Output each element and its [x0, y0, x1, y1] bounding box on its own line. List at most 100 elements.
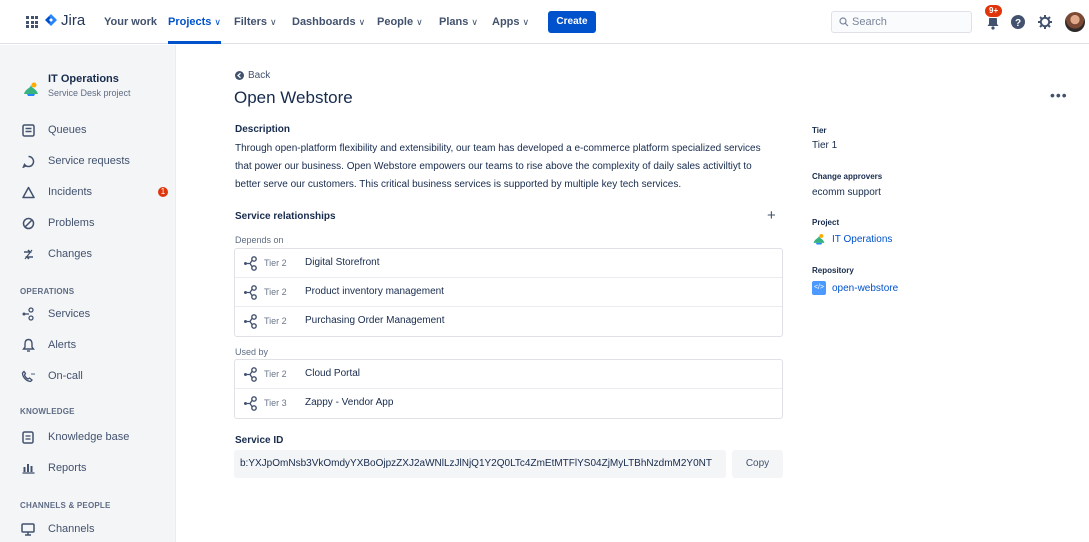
sidebar-item-label: Changes	[48, 248, 93, 260]
service-node-icon	[244, 256, 257, 271]
add-relationship-icon[interactable]: +	[767, 207, 776, 224]
knowledge-icon	[20, 429, 36, 445]
chevron-down-icon: ∨	[214, 17, 222, 27]
sidebar-item-label: On-call	[48, 370, 83, 382]
service-id-heading: Service ID	[235, 435, 284, 446]
user-avatar[interactable]	[1065, 12, 1085, 32]
sidebar-item-queues[interactable]: Queues	[20, 120, 170, 140]
svg-text:?: ?	[1015, 18, 1021, 29]
list-item[interactable]: Tier 2 Cloud Portal	[235, 360, 782, 389]
chevron-down-icon: ∨	[471, 17, 478, 27]
back-link[interactable]: Back	[235, 70, 270, 81]
on-call-icon	[20, 368, 36, 384]
service-name: Product inventory management	[305, 286, 444, 297]
settings-gear-icon[interactable]	[1037, 14, 1053, 30]
back-label: Back	[248, 70, 271, 81]
services-icon	[20, 306, 36, 322]
tier-label: Tier 2	[264, 316, 287, 326]
project-link-label: IT Operations	[832, 233, 893, 245]
incidents-count-badge: 1	[158, 187, 168, 197]
copy-button[interactable]: Copy	[732, 450, 783, 478]
project-field-label: Project	[812, 218, 840, 227]
search-input[interactable]	[852, 14, 967, 30]
service-id-value[interactable]: b:YXJpOmNsb3VkOmdyYXBoOjpzZXJ2aWNlLzJlNj…	[234, 450, 726, 478]
service-name: Cloud Portal	[305, 368, 361, 379]
sidebar-item-label: Problems	[48, 217, 95, 229]
jira-logo-icon	[45, 13, 57, 26]
back-arrow-icon	[235, 71, 244, 80]
service-node-icon	[244, 314, 257, 329]
code-repo-icon: </>	[812, 281, 826, 295]
depends-on-label: Depends on	[235, 235, 284, 245]
search-icon	[839, 17, 849, 27]
chat-icon	[20, 153, 36, 169]
sidebar-item-label: Channels	[48, 523, 95, 535]
problem-icon	[20, 215, 36, 231]
project-name[interactable]: IT Operations	[48, 73, 119, 85]
project-avatar-icon	[24, 82, 38, 96]
nav-apps[interactable]: Apps ∨	[492, 0, 529, 44]
top-navigation: Jira Your work Projects ∨ Filters ∨ Dashbo…	[0, 0, 1089, 44]
search-box[interactable]	[831, 11, 972, 33]
sidebar-item-label: Service requests	[48, 155, 130, 167]
nav-filters[interactable]: Filters ∨	[234, 0, 277, 44]
chevron-down-icon: ∨	[358, 17, 366, 27]
nav-dashboards[interactable]: Dashboards ∨	[292, 0, 365, 44]
nav-plans[interactable]: Plans ∨	[439, 0, 478, 44]
sidebar-item-channels[interactable]: Channels	[20, 519, 170, 539]
app-switcher-icon[interactable]	[26, 16, 38, 28]
nav-your-work[interactable]: Your work	[104, 0, 157, 44]
approvers-field-label: Change approvers	[812, 172, 883, 181]
project-avatar-icon	[813, 233, 825, 245]
sidebar-item-incidents[interactable]: Incidents 1	[20, 182, 170, 202]
nav-people[interactable]: People ∨	[377, 0, 423, 44]
page-title: Open Webstore	[234, 88, 353, 107]
service-node-icon	[244, 285, 257, 300]
project-link[interactable]: IT Operations	[812, 232, 892, 246]
tier-label: Tier 2	[264, 369, 287, 379]
list-item[interactable]: Tier 2 Purchasing Order Management	[235, 307, 782, 336]
section-heading-operations: OPERATIONS	[20, 287, 75, 296]
bell-icon	[20, 337, 36, 353]
chevron-down-icon: ∨	[522, 17, 530, 27]
list-item[interactable]: Tier 3 Zappy - Vendor App	[235, 389, 782, 418]
sidebar-item-label: Queues	[48, 124, 87, 136]
tier-field-value: Tier 1	[812, 140, 838, 151]
chevron-down-icon: ∨	[416, 17, 423, 27]
more-options-icon[interactable]: •••	[1050, 87, 1068, 103]
sidebar-item-label: Reports	[48, 462, 87, 474]
queues-icon	[20, 122, 36, 138]
repository-link[interactable]: </> open-webstore	[812, 281, 898, 295]
sidebar-item-changes[interactable]: Changes	[20, 244, 170, 264]
sidebar-item-label: Knowledge base	[48, 431, 130, 443]
relationships-heading: Service relationships	[235, 211, 336, 222]
sidebar-item-label: Services	[48, 308, 91, 320]
sidebar-item-reports[interactable]: Reports	[20, 458, 170, 478]
sidebar-item-on-call[interactable]: On-call	[20, 366, 170, 386]
warning-triangle-icon	[20, 184, 36, 200]
sidebar-item-service-requests[interactable]: Service requests	[20, 151, 170, 171]
reports-icon	[20, 460, 36, 476]
sidebar-item-problems[interactable]: Problems	[20, 213, 170, 233]
nav-projects[interactable]: Projects ∨	[168, 0, 222, 44]
section-heading-knowledge: KNOWLEDGE	[20, 407, 75, 416]
help-icon[interactable]: ?	[1010, 14, 1026, 30]
depends-on-list: Tier 2 Digital Storefront Tier 2 Product…	[234, 248, 783, 337]
list-item[interactable]: Tier 2 Digital Storefront	[235, 249, 782, 278]
service-name: Zappy - Vendor App	[305, 397, 394, 408]
repository-field-label: Repository	[812, 266, 854, 275]
used-by-list: Tier 2 Cloud Portal Tier 3 Zappy - Vendo…	[234, 359, 783, 419]
sidebar-item-services[interactable]: Services	[20, 304, 170, 324]
sidebar-item-knowledge-base[interactable]: Knowledge base	[20, 427, 170, 447]
create-button[interactable]: Create	[548, 11, 596, 33]
jira-logo[interactable]: Jira	[44, 12, 85, 29]
service-node-icon	[244, 396, 257, 411]
repository-link-label: open-webstore	[832, 282, 899, 294]
used-by-label: Used by	[235, 347, 269, 357]
service-name: Digital Storefront	[305, 257, 380, 268]
sidebar-item-alerts[interactable]: Alerts	[20, 335, 170, 355]
project-type: Service Desk project	[48, 88, 131, 98]
sidebar-item-label: Incidents	[48, 186, 93, 198]
service-node-icon	[244, 367, 257, 382]
list-item[interactable]: Tier 2 Product inventory management	[235, 278, 782, 307]
